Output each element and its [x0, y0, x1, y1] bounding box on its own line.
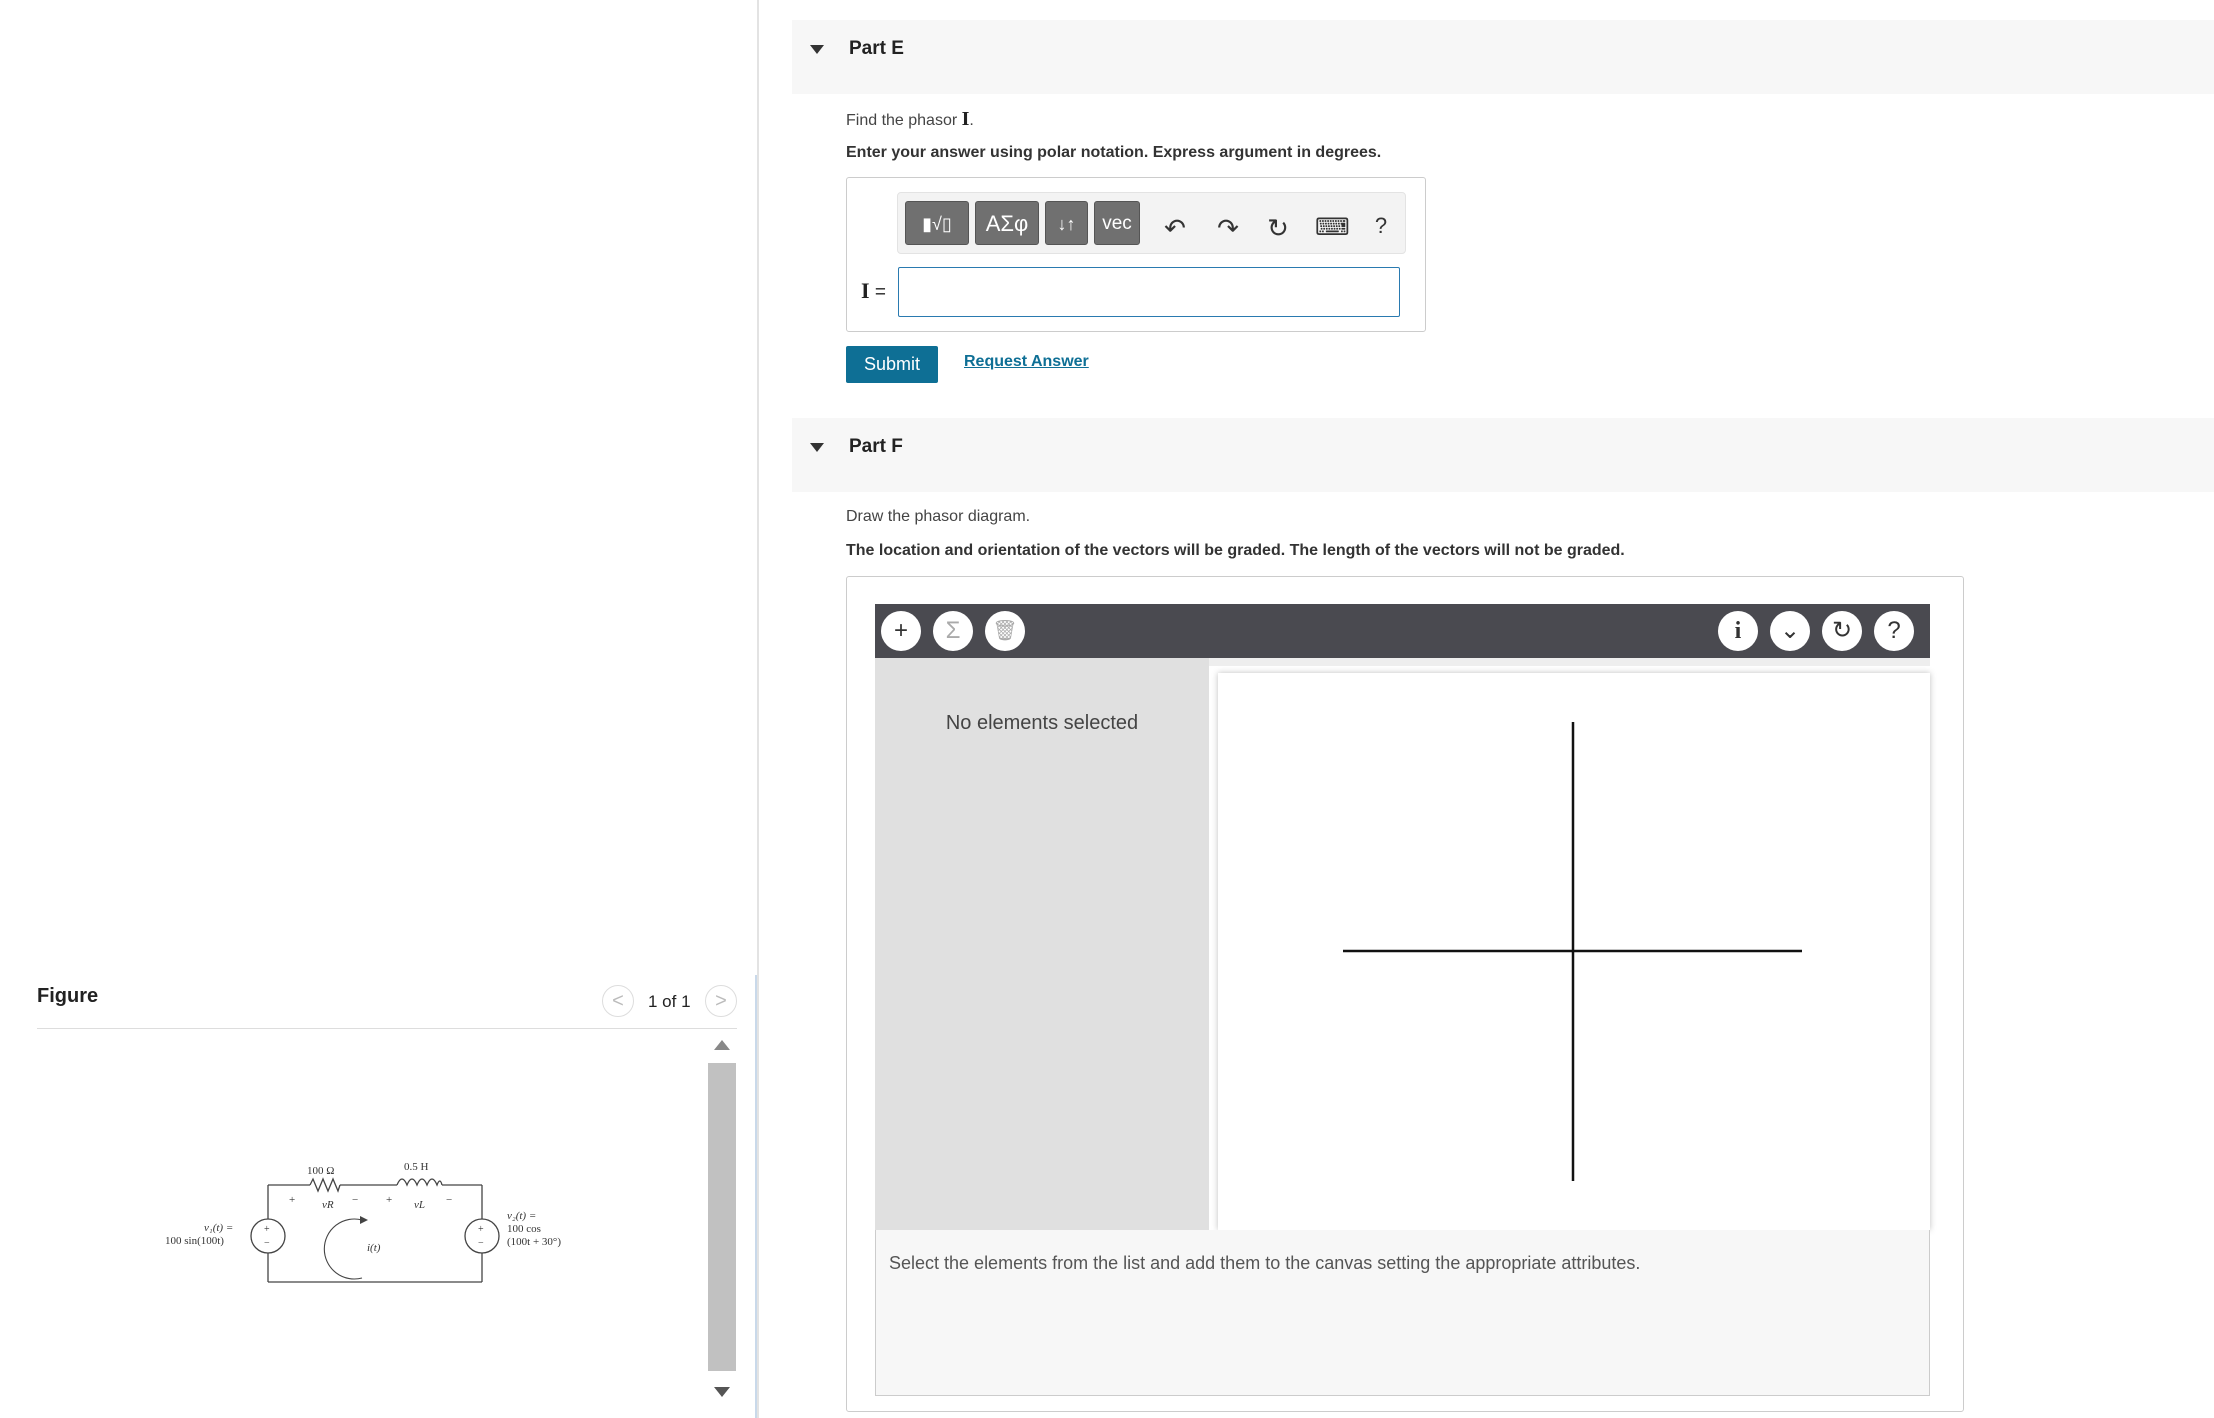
svg-text:+: +: [264, 1224, 270, 1235]
undo-icon[interactable]: ↶: [1160, 213, 1190, 244]
part-e-header[interactable]: [792, 20, 2214, 94]
svg-text:−: −: [446, 1194, 452, 1206]
svg-text:100 cos: 100 cos: [507, 1223, 541, 1235]
chevron-left-icon: <: [612, 990, 624, 1012]
figure-next-button[interactable]: >: [705, 985, 737, 1017]
inductor-symbol: [396, 1178, 443, 1187]
sum-icon[interactable]: Σ: [933, 611, 973, 651]
svg-text:100 sin(100t): 100 sin(100t): [165, 1235, 224, 1247]
element-list-instruction: Select the elements from the list and ad…: [889, 1253, 1641, 1273]
svg-text:vL: vL: [414, 1199, 425, 1211]
svg-text:+: +: [386, 1194, 392, 1206]
help-icon[interactable]: ?: [1366, 213, 1396, 239]
phasor-canvas[interactable]: [1218, 673, 1930, 1230]
svg-text:0.5 H: 0.5 H: [404, 1161, 429, 1173]
reset-icon[interactable]: ↻: [1263, 213, 1293, 244]
svg-text:−: −: [264, 1238, 270, 1249]
request-answer-link[interactable]: Request Answer: [964, 353, 1089, 371]
pane-divider-highlight: [755, 975, 757, 1418]
template-button[interactable]: ▮√▯: [905, 201, 969, 245]
figure-counter: 1 of 1: [648, 992, 691, 1011]
axes: [1343, 722, 1802, 1181]
part-f-prompt: Draw the phasor diagram.: [846, 508, 1031, 525]
add-element-icon[interactable]: +: [881, 611, 921, 651]
submit-button[interactable]: Submit: [846, 346, 938, 383]
svg-text:−: −: [478, 1238, 484, 1249]
vector-button[interactable]: vec: [1094, 201, 1140, 245]
answer-label: I =: [861, 278, 886, 303]
no-selection-text: No elements selected: [945, 712, 1139, 734]
keyboard-icon[interactable]: ⌨: [1315, 213, 1350, 242]
current-arrow: [323, 1218, 363, 1280]
help-icon[interactable]: ?: [1874, 611, 1914, 651]
figure-title: Figure: [37, 985, 99, 1007]
element-properties-panel: [875, 658, 1209, 1230]
scrollbar-thumb[interactable]: [708, 1063, 736, 1371]
circuit-diagram: + − + − 100 Ω 0.5 H vR vL + − + − i(t) v…: [165, 1161, 561, 1283]
trash-icon[interactable]: 🗑: [985, 611, 1025, 651]
svg-text:100 Ω: 100 Ω: [307, 1165, 334, 1177]
scroll-up-arrow-icon[interactable]: [714, 1040, 730, 1050]
greek-symbols-button[interactable]: ΑΣφ: [975, 201, 1039, 245]
svg-text:+: +: [289, 1194, 295, 1206]
pane-divider[interactable]: [757, 0, 759, 1418]
part-f-instruction: The location and orientation of the vect…: [846, 542, 1625, 559]
svg-text:−: −: [352, 1194, 358, 1206]
phasor-answer-input[interactable]: [898, 267, 1400, 317]
part-f-header[interactable]: [792, 418, 2214, 492]
redo-icon[interactable]: ↷: [1213, 213, 1243, 244]
figure-prev-button[interactable]: <: [602, 985, 634, 1017]
resistor-symbol: [309, 1177, 341, 1193]
scroll-down-arrow-icon[interactable]: [714, 1387, 730, 1397]
caret-down-icon[interactable]: [810, 45, 824, 54]
part-e-instruction: Enter your answer using polar notation. …: [846, 144, 1382, 161]
info-icon[interactable]: i: [1718, 611, 1758, 651]
svg-text:v₁(t) =: v₁(t) =: [204, 1222, 233, 1234]
svg-text:(100t + 30°): (100t + 30°): [507, 1236, 561, 1248]
svg-text:i(t): i(t): [367, 1242, 381, 1254]
figure-divider: [37, 1028, 737, 1029]
reset-icon[interactable]: ↻: [1822, 611, 1862, 651]
svg-text:v₂(t) =: v₂(t) =: [507, 1210, 536, 1222]
svg-text:vR: vR: [322, 1199, 334, 1211]
dropdown-icon[interactable]: ⌄: [1770, 611, 1810, 651]
part-e-prompt: Find the phasor I.: [846, 108, 974, 130]
part-e-title: Part E: [849, 38, 904, 59]
svg-text:+: +: [478, 1224, 484, 1235]
updown-button[interactable]: ↓↑: [1045, 201, 1088, 245]
caret-down-icon[interactable]: [810, 443, 824, 452]
part-f-title: Part F: [849, 436, 903, 457]
chevron-right-icon: >: [715, 990, 727, 1012]
